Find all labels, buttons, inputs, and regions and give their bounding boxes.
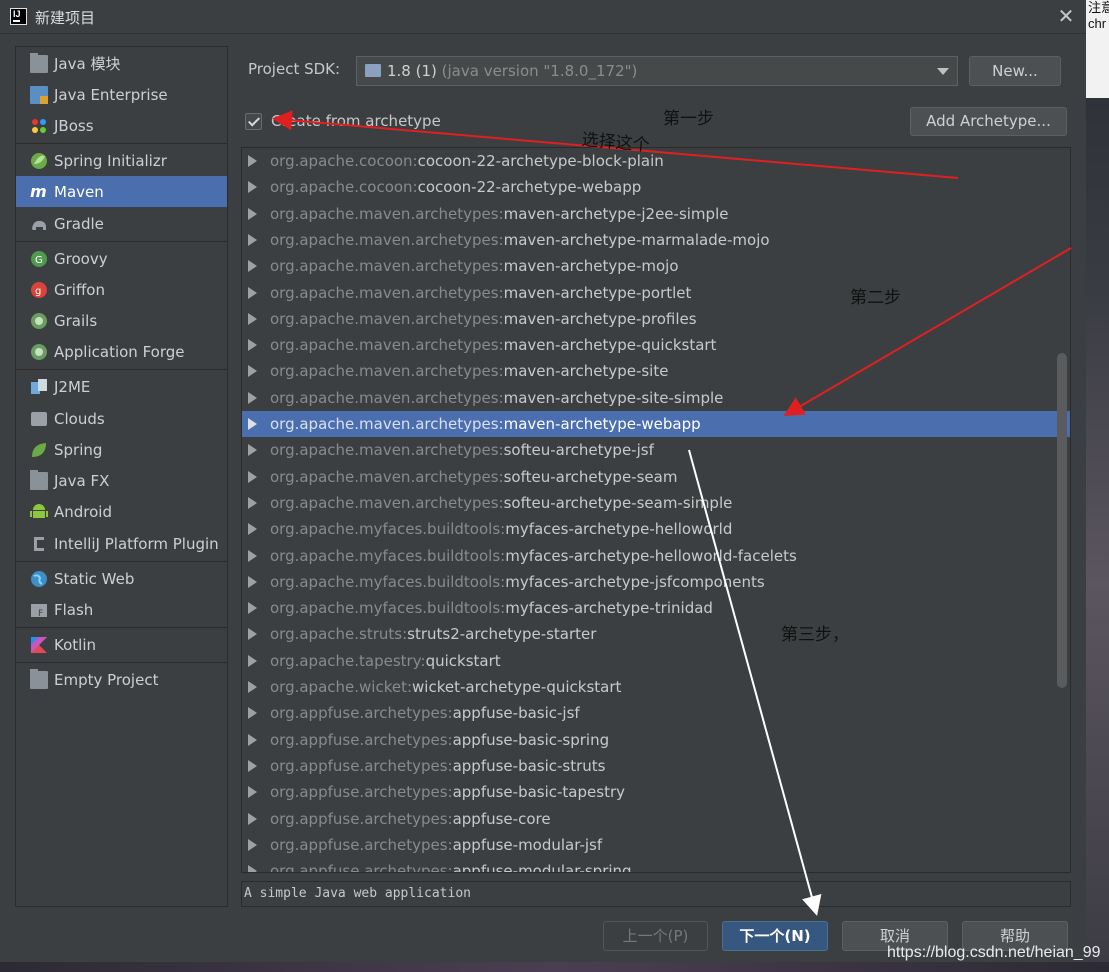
step2-annotation: 第二步 xyxy=(850,288,901,308)
step3-annotation: 第三步， xyxy=(781,625,849,645)
watermark: https://blog.csdn.net/heian_99 xyxy=(887,944,1101,961)
step2-arrow xyxy=(783,247,1072,417)
annotation-arrows xyxy=(272,110,1072,916)
step3-arrow xyxy=(688,449,822,916)
step1-annotation: 第一步 xyxy=(663,109,714,129)
